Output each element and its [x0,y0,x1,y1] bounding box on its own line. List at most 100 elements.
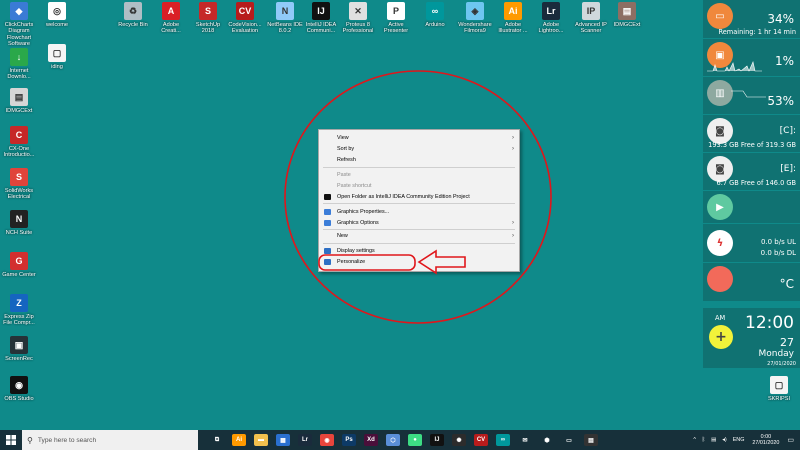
desktop-icon-label: NCH Suite [5,230,33,236]
chevron-up-icon[interactable]: ^ [693,437,696,443]
desktop-icon-screenrec[interactable]: ▣ ScreenRec [0,336,42,362]
desktop-icon-cx-one[interactable]: C CX-One Introductio... [0,126,42,159]
notifications-icon[interactable]: ▭ [787,436,794,444]
menu-item-sort-by[interactable]: Sort by › [319,144,519,154]
menu-item-icon [324,259,331,265]
desktop-icon-label: IntelliJ IDEA Communi... [305,22,337,35]
desktop-icon-welcome[interactable]: ◎ welcome [34,2,80,28]
taskbar-xd-icon[interactable]: Xd [364,434,378,446]
start-button[interactable] [0,430,22,450]
taskbar-codevision-icon[interactable]: CV [474,434,488,446]
desktop-icon-label: Recycle Bin [118,22,148,28]
menu-item-open-folder-as-intellij-idea-c[interactable]: Open Folder as IntelliJ IDEA Community E… [319,192,519,202]
taskbar-photoshop-icon[interactable]: Ps [342,434,356,446]
play-icon[interactable]: ▶ [707,194,733,220]
ram-icon: ▥ [707,80,733,106]
desktop-icon-skripsi[interactable]: ▢ SKRIPSI [756,376,800,402]
taskbar-mail-icon[interactable]: ✉ [518,434,532,446]
idmgcext-icon: ▤ [10,88,28,106]
clock-widget[interactable]: AM + 12:00 27 Monday 27/01/2020 [703,308,800,368]
express-zip-icon: Z [10,294,28,312]
desktop-icon-label: Adobe Lightroo... [538,22,564,35]
network-tray-icon[interactable]: ▤ [711,437,716,443]
bluetooth-icon[interactable]: ᛒ [702,437,705,443]
menu-item-label: View [337,135,349,141]
taskbar-arduino-icon[interactable]: ∞ [496,434,510,446]
taskbar-chrome-icon[interactable]: ◉ [320,434,334,446]
menu-item-icon [324,220,331,226]
desktop-icon-game-center[interactable]: G Game Center [0,252,42,278]
taskbar-intellij-icon[interactable]: IJ [430,434,444,446]
desktop-icon-label: Arduino [425,22,445,28]
iding-icon: ▢ [48,44,66,62]
solidworks-icon: S [10,168,28,186]
volume-icon[interactable]: ◂) [722,437,727,443]
menu-item-graphics-options[interactable]: Graphics Options › [319,218,519,228]
desktop-icon-label: Advanced IP Scanner [575,22,607,35]
desktop-icon-idmgcext[interactable]: ▤ IDMGCExt [604,2,650,28]
taskbar-illustrator-icon[interactable]: Ai [232,434,246,446]
desktop-icon-label: ScreenRec [5,356,33,362]
desktop-icon-iding[interactable]: ▢ iding [34,44,80,70]
netbeans-ide-icon: N [276,2,294,20]
desktop-icon-obs-studio[interactable]: ◉ OBS Studio [0,376,42,402]
windows-icon [6,435,16,445]
menu-item-graphics-properties[interactable]: Graphics Properties... [319,207,519,217]
add-icon[interactable]: + [709,325,733,349]
taskbar-search[interactable]: ⚲ Type here to search [22,430,198,450]
menu-item-view[interactable]: View › [319,133,519,143]
menu-item-refresh[interactable]: Refresh [319,155,519,165]
obs-studio-icon: ◉ [10,376,28,394]
drive-c-widget[interactable]: ◙ [C]: 193.3 GB Free of 319.3 GB [703,115,800,152]
taskbar-app-generic-icon[interactable]: ⬡ [386,434,400,446]
tray-clock[interactable]: 0:00 27/01/2020 [752,434,779,447]
menu-item-label: Open Folder as IntelliJ IDEA Community E… [337,194,470,200]
taskbar-android-icon[interactable]: ● [408,434,422,446]
desktop-icon-label: Game Center [2,272,36,278]
system-tray: ^ ᛒ ▤ ◂) ENG 0:00 27/01/2020 ▭ [693,430,800,450]
desktop-context-menu: View › Sort by › Refresh Paste Paste shortcut O… [318,129,520,272]
menu-item-paste-shortcut[interactable]: Paste shortcut [319,181,519,191]
taskbar-photos-icon[interactable]: ▦ [276,434,290,446]
menu-item-personalize[interactable]: Personalize [319,257,519,267]
desktop-icon-nch-suite[interactable]: N NCH Suite [0,210,42,236]
screenrec-icon: ▣ [10,336,28,354]
desktop-icon-solidworks[interactable]: S SolidWorks Electrical [0,168,42,201]
battery-icon: ▭ [707,3,733,29]
menu-item-display-settings[interactable]: Display settings [319,246,519,256]
desktop-icon-label: ClickCharts Diagram Flowchart Software [4,22,34,48]
arduino-icon: ∞ [426,2,444,20]
taskbar: ⚲ Type here to search ⧉ Ai ▬ ▦ Lr ◉ Ps Xd ⬡ ● IJ ✺ C… [0,430,800,450]
sketchup-icon: S [199,2,217,20]
ram-widget[interactable]: ▥ 53% [703,77,800,114]
network-widget[interactable]: ϟ 0.0 b/s UL 0.0 b/s DL [703,224,800,262]
taskbar-app-generic2-icon[interactable]: ⬢ [540,434,554,446]
taskbar-recorder-icon[interactable]: ▤ [584,434,598,446]
menu-item-label: Sort by [337,146,355,152]
menu-item-label: New [337,233,348,239]
ram-percent: 53% [767,94,794,108]
desktop-icon-label: IDMGCExt [613,22,641,28]
menu-item-paste[interactable]: Paste [319,170,519,180]
cpu-widget[interactable]: ▣ 1% [703,39,800,76]
desktop-icon-express-zip[interactable]: Z Express Zip File Compr... [0,294,42,327]
menu-item-label: Display settings [337,248,375,254]
taskbar-file-explorer-icon[interactable]: ▬ [254,434,268,446]
battery-widget[interactable]: ▭ 34% Remaining: 1 hr 14 min [703,0,800,38]
menu-item-label: Graphics Options [337,220,379,226]
language-indicator[interactable]: ENG [733,437,745,443]
taskbar-task-view-icon[interactable]: ⧉ [210,434,224,446]
drive-e-widget[interactable]: ◙ [E]: 6.7 GB Free of 146.0 GB [703,153,800,190]
media-widget[interactable]: ▶ [703,191,800,223]
menu-item-new[interactable]: New › [319,231,519,241]
cx-one-icon: C [10,126,28,144]
taskbar-app-generic3-icon[interactable]: ▭ [562,434,576,446]
taskbar-lightroom-icon[interactable]: Lr [298,434,312,446]
desktop-icon-label: Adobe Illustrator ... [498,22,528,35]
taskbar-proteus-icon[interactable]: ✺ [452,434,466,446]
clock-date: 27/01/2020 [767,361,796,367]
weather-widget[interactable]: °C [703,263,800,301]
clock-day: 27 [780,336,794,349]
proteus-8-icon: ✕ [349,2,367,20]
desktop-icon-idmgcext[interactable]: ▤ IDMGCExt [0,88,42,114]
